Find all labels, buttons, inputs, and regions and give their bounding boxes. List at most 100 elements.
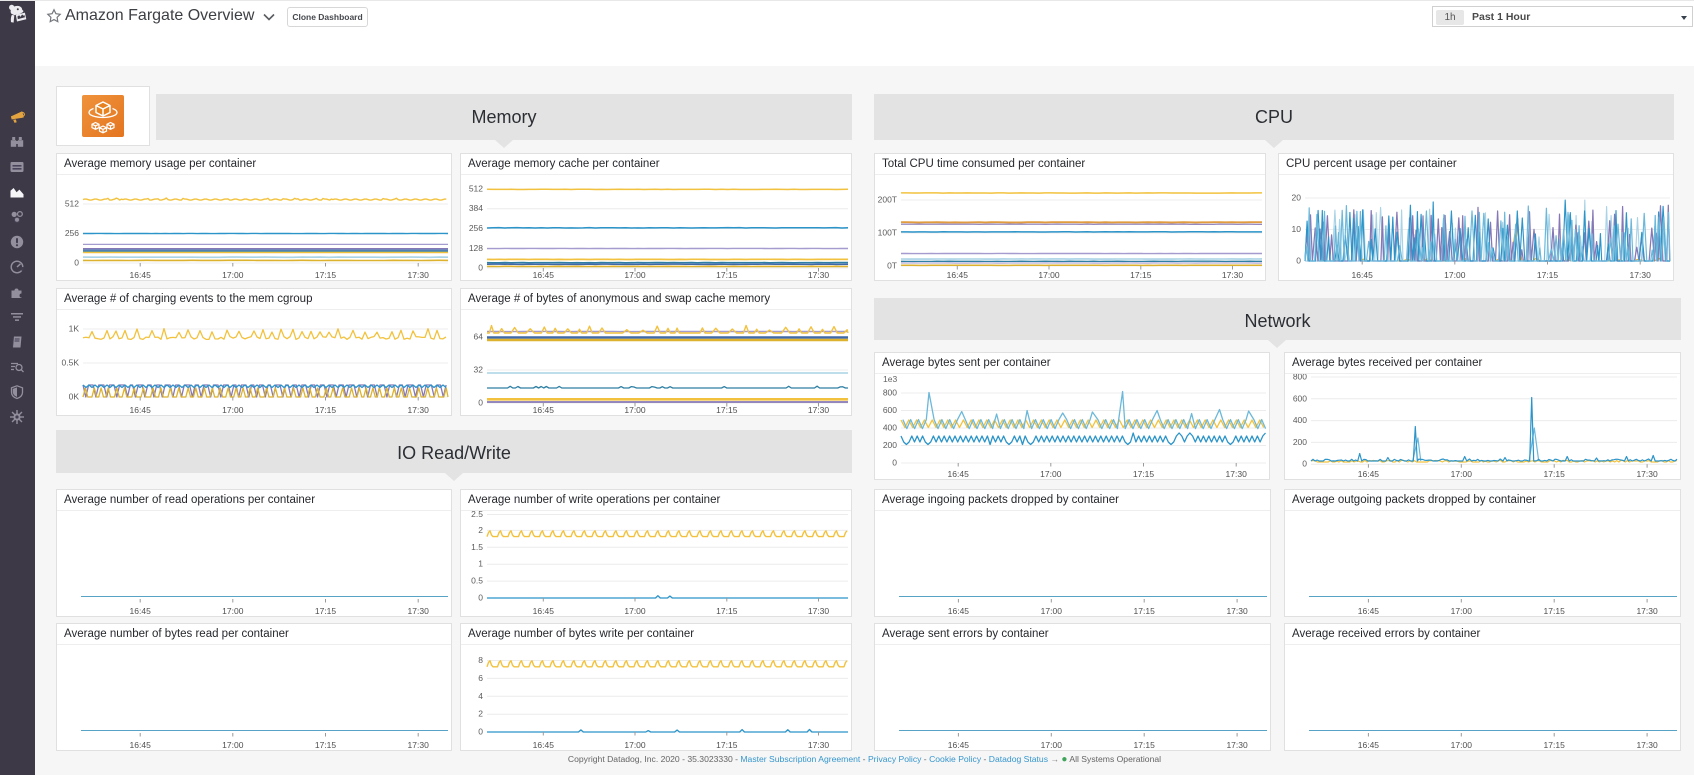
svg-text:17:30: 17:30 xyxy=(408,740,430,749)
svg-text:17:30: 17:30 xyxy=(808,405,830,414)
svg-text:17:15: 17:15 xyxy=(716,405,738,414)
svg-text:17:00: 17:00 xyxy=(1451,740,1473,749)
svg-text:17:00: 17:00 xyxy=(624,606,646,615)
svg-text:0: 0 xyxy=(1296,256,1301,266)
svg-text:800: 800 xyxy=(883,388,897,398)
svg-text:0: 0 xyxy=(1302,459,1307,469)
svg-text:17:15: 17:15 xyxy=(315,405,337,414)
svg-text:17:30: 17:30 xyxy=(1226,606,1248,615)
svg-text:16:45: 16:45 xyxy=(948,469,970,478)
svg-text:17:30: 17:30 xyxy=(808,270,830,279)
svg-text:16:45: 16:45 xyxy=(130,270,152,279)
svg-text:16:45: 16:45 xyxy=(533,606,555,615)
svg-text:17:15: 17:15 xyxy=(1544,469,1566,478)
svg-text:16:45: 16:45 xyxy=(948,606,970,615)
svg-text:1.5: 1.5 xyxy=(471,542,483,552)
svg-text:16:45: 16:45 xyxy=(948,740,970,749)
svg-text:17:15: 17:15 xyxy=(716,740,738,749)
svg-text:0: 0 xyxy=(478,398,483,408)
svg-text:4: 4 xyxy=(478,691,483,701)
svg-text:17:00: 17:00 xyxy=(222,270,244,279)
svg-text:17:15: 17:15 xyxy=(1134,606,1156,615)
svg-text:0: 0 xyxy=(478,263,483,273)
svg-text:17:15: 17:15 xyxy=(1537,270,1559,279)
svg-text:2: 2 xyxy=(478,525,483,535)
svg-text:17:00: 17:00 xyxy=(1444,270,1466,279)
svg-text:16:45: 16:45 xyxy=(130,606,152,615)
svg-text:17:15: 17:15 xyxy=(1130,270,1152,279)
svg-text:17:15: 17:15 xyxy=(315,606,337,615)
svg-text:400: 400 xyxy=(1293,415,1307,425)
svg-text:17:15: 17:15 xyxy=(1134,740,1156,749)
svg-text:17:30: 17:30 xyxy=(1226,740,1248,749)
svg-text:0: 0 xyxy=(478,593,483,603)
svg-text:384: 384 xyxy=(469,203,483,213)
svg-text:17:00: 17:00 xyxy=(1451,606,1473,615)
svg-text:800: 800 xyxy=(1293,374,1307,382)
svg-text:0: 0 xyxy=(74,258,79,268)
svg-text:0.5K: 0.5K xyxy=(62,358,80,368)
svg-text:400: 400 xyxy=(883,423,897,433)
svg-text:200: 200 xyxy=(1293,437,1307,447)
svg-text:0: 0 xyxy=(478,727,483,737)
svg-text:10: 10 xyxy=(1292,224,1302,234)
svg-text:17:00: 17:00 xyxy=(1038,270,1060,279)
svg-text:0: 0 xyxy=(892,458,897,468)
svg-text:16:45: 16:45 xyxy=(1358,606,1380,615)
svg-text:8: 8 xyxy=(478,655,483,665)
svg-text:17:00: 17:00 xyxy=(1041,740,1063,749)
svg-text:17:30: 17:30 xyxy=(408,606,430,615)
svg-text:17:00: 17:00 xyxy=(1041,606,1063,615)
svg-text:32: 32 xyxy=(474,365,484,375)
svg-text:17:30: 17:30 xyxy=(808,606,830,615)
svg-text:17:15: 17:15 xyxy=(315,740,337,749)
svg-text:16:45: 16:45 xyxy=(1358,740,1380,749)
svg-text:17:00: 17:00 xyxy=(1040,469,1062,478)
svg-text:17:00: 17:00 xyxy=(624,740,646,749)
svg-text:17:30: 17:30 xyxy=(1636,740,1658,749)
svg-text:16:45: 16:45 xyxy=(533,405,555,414)
svg-text:17:15: 17:15 xyxy=(1133,469,1155,478)
svg-text:100T: 100T xyxy=(878,228,897,238)
svg-text:256: 256 xyxy=(469,223,483,233)
svg-text:17:00: 17:00 xyxy=(624,270,646,279)
svg-text:17:00: 17:00 xyxy=(222,405,244,414)
svg-text:17:30: 17:30 xyxy=(808,740,830,749)
svg-text:512: 512 xyxy=(469,184,483,194)
svg-text:600: 600 xyxy=(883,405,897,415)
svg-text:600: 600 xyxy=(1293,393,1307,403)
svg-text:17:30: 17:30 xyxy=(408,270,430,279)
svg-text:0T: 0T xyxy=(887,261,897,271)
svg-text:16:45: 16:45 xyxy=(130,405,152,414)
svg-text:16:45: 16:45 xyxy=(1352,270,1374,279)
svg-text:16:45: 16:45 xyxy=(947,270,969,279)
svg-text:200T: 200T xyxy=(878,195,897,205)
svg-text:256: 256 xyxy=(65,228,79,238)
svg-text:16:45: 16:45 xyxy=(1358,469,1380,478)
svg-text:17:30: 17:30 xyxy=(1222,270,1244,279)
svg-text:17:15: 17:15 xyxy=(716,270,738,279)
svg-text:2: 2 xyxy=(478,709,483,719)
svg-text:200: 200 xyxy=(883,440,897,450)
svg-text:17:00: 17:00 xyxy=(624,405,646,414)
svg-text:16:45: 16:45 xyxy=(533,740,555,749)
svg-text:128: 128 xyxy=(469,243,483,253)
svg-text:17:15: 17:15 xyxy=(1544,740,1566,749)
svg-text:512: 512 xyxy=(65,199,79,209)
svg-text:17:00: 17:00 xyxy=(222,740,244,749)
svg-text:17:00: 17:00 xyxy=(1451,469,1473,478)
svg-text:64: 64 xyxy=(474,332,484,342)
svg-text:17:30: 17:30 xyxy=(408,405,430,414)
svg-text:17:30: 17:30 xyxy=(1636,606,1658,615)
svg-text:17:15: 17:15 xyxy=(716,606,738,615)
svg-text:20: 20 xyxy=(1292,193,1302,203)
svg-text:17:30: 17:30 xyxy=(1226,469,1248,478)
svg-text:17:00: 17:00 xyxy=(222,606,244,615)
svg-text:6: 6 xyxy=(478,673,483,683)
svg-text:17:30: 17:30 xyxy=(1636,469,1658,478)
svg-text:0K: 0K xyxy=(69,392,80,402)
svg-text:17:15: 17:15 xyxy=(1544,606,1566,615)
svg-text:1: 1 xyxy=(478,559,483,569)
svg-text:17:15: 17:15 xyxy=(315,270,337,279)
svg-text:16:45: 16:45 xyxy=(533,270,555,279)
